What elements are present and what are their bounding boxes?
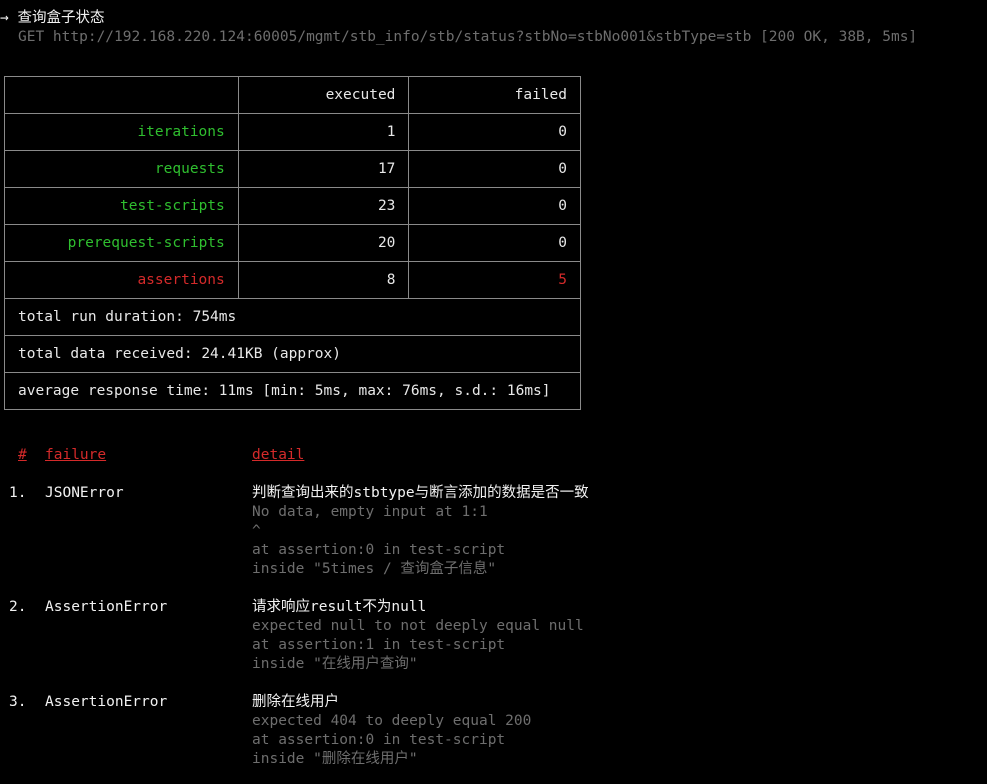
summary-row: requests 17 0 bbox=[4, 150, 581, 188]
summary-duration-row: total run duration: 754ms bbox=[4, 298, 581, 336]
summary-row: iterations 1 0 bbox=[4, 113, 581, 151]
summary-header-failed: failed bbox=[408, 76, 581, 114]
failure-type: AssertionError bbox=[45, 599, 168, 615]
failure-detail-line: at assertion:0 in test-script bbox=[252, 732, 506, 748]
summary-row-executed: 23 bbox=[237, 187, 410, 225]
summary-row-failed: 0 bbox=[408, 150, 581, 188]
summary-row-failed: 5 bbox=[408, 261, 581, 299]
failure-title: 请求响应result不为null bbox=[252, 599, 427, 615]
summary-row: prerequest-scripts 20 0 bbox=[4, 224, 581, 262]
summary-row-executed: 17 bbox=[237, 150, 410, 188]
summary-row: assertions 8 5 bbox=[4, 261, 581, 299]
summary-data-row: total data received: 24.41KB (approx) bbox=[4, 335, 581, 373]
summary-response-row: average response time: 11ms [min: 5ms, m… bbox=[4, 372, 581, 410]
request-name: 查询盒子状态 bbox=[17, 10, 105, 26]
request-url: GET http://192.168.220.124:60005/mgmt/st… bbox=[18, 29, 918, 45]
failures-header-hash: # bbox=[18, 447, 27, 463]
summary-row-label: iterations bbox=[4, 113, 239, 151]
failures-header-detail: detail bbox=[252, 447, 305, 463]
summary-table: executed failed iterations 1 0 requests … bbox=[4, 76, 581, 410]
failure-detail-line: inside "在线用户查询" bbox=[252, 656, 418, 672]
failure-type: JSONError bbox=[45, 485, 124, 501]
summary-row-executed: 8 bbox=[237, 261, 410, 299]
failure-detail-line: ^ bbox=[252, 523, 261, 539]
summary-row-failed: 0 bbox=[408, 187, 581, 225]
summary-header-executed: executed bbox=[237, 76, 410, 114]
failures-header-failure: failure bbox=[45, 447, 107, 463]
total-data-received: total data received: 24.41KB (approx) bbox=[4, 335, 581, 373]
arrow-icon: → bbox=[0, 10, 9, 26]
failure-detail-line: inside "5times / 查询盒子信息" bbox=[252, 561, 497, 577]
failure-title: 删除在线用户 bbox=[252, 694, 339, 710]
failure-detail-line: expected 404 to deeply equal 200 bbox=[252, 713, 532, 729]
summary-row-executed: 1 bbox=[237, 113, 410, 151]
summary-row-failed: 0 bbox=[408, 113, 581, 151]
summary-header-blank bbox=[4, 76, 239, 114]
summary-row-executed: 20 bbox=[237, 224, 410, 262]
request-line: → 查询盒子状态 bbox=[0, 9, 104, 28]
failure-detail-line: at assertion:0 in test-script bbox=[252, 542, 506, 558]
failure-index: 1. bbox=[9, 485, 27, 501]
failure-detail-line: expected null to not deeply equal null bbox=[252, 618, 584, 634]
summary-row-label: test-scripts bbox=[4, 187, 239, 225]
failure-detail-line: at assertion:1 in test-script bbox=[252, 637, 506, 653]
summary-row-label: assertions bbox=[4, 261, 239, 299]
failure-index: 3. bbox=[9, 694, 27, 710]
summary-row: test-scripts 23 0 bbox=[4, 187, 581, 225]
summary-row-label: prerequest-scripts bbox=[4, 224, 239, 262]
summary-row-failed: 0 bbox=[408, 224, 581, 262]
summary-row-label: requests bbox=[4, 150, 239, 188]
failure-detail-line: inside "删除在线用户" bbox=[252, 751, 418, 767]
failure-title: 判断查询出来的stbtype与断言添加的数据是否一致 bbox=[252, 485, 589, 501]
average-response-time: average response time: 11ms [min: 5ms, m… bbox=[4, 372, 581, 410]
summary-header-row: executed failed bbox=[4, 76, 581, 114]
total-run-duration: total run duration: 754ms bbox=[4, 298, 581, 336]
failure-index: 2. bbox=[9, 599, 27, 615]
failure-detail-line: No data, empty input at 1:1 bbox=[252, 504, 488, 520]
failure-type: AssertionError bbox=[45, 694, 168, 710]
